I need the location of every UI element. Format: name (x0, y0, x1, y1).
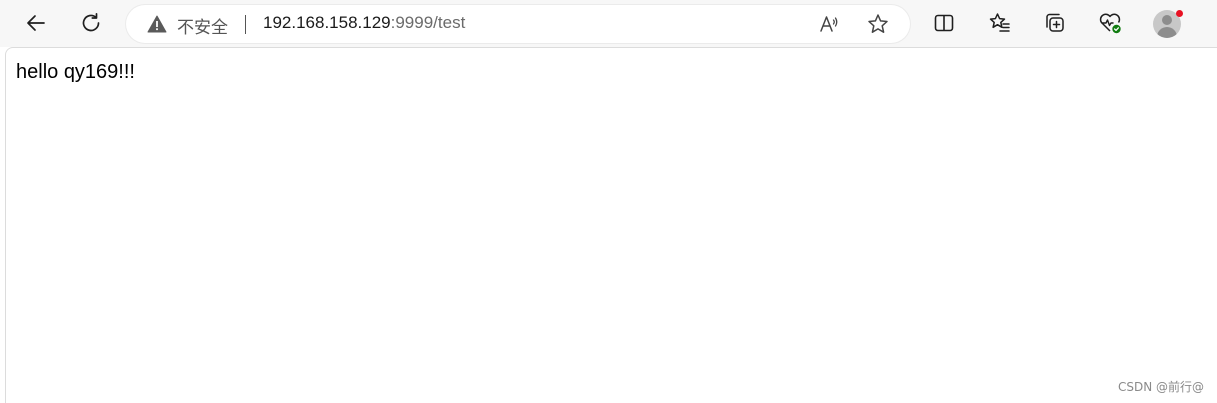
page-content-area (5, 47, 1217, 403)
back-button[interactable] (18, 5, 54, 41)
address-bar[interactable]: 不安全 192.168.158.129:9999/test (126, 5, 910, 43)
url-path: :9999/test (390, 13, 466, 32)
csdn-watermark: CSDN @前行@ (1117, 380, 1204, 394)
refresh-button[interactable] (73, 5, 109, 41)
browser-essentials-button[interactable] (1092, 5, 1128, 41)
refresh-icon (82, 12, 100, 32)
profile-notification-dot (1176, 10, 1183, 17)
url-host: 192.168.158.129 (263, 13, 391, 32)
favorite-button[interactable] (860, 6, 896, 42)
favorites-list-icon (989, 13, 1010, 32)
browser-essentials-icon (1099, 13, 1121, 34)
profile-avatar-icon (1162, 15, 1172, 25)
favorites-button[interactable] (982, 5, 1018, 41)
address-separator (245, 15, 246, 34)
browser-toolbar: 不安全 192.168.158.129:9999/test (0, 0, 1217, 47)
page-body-text: hello qy169!!! (16, 61, 135, 83)
split-screen-icon (934, 14, 954, 32)
split-screen-button[interactable] (926, 5, 962, 41)
url-text[interactable]: 192.168.158.129:9999/test (263, 13, 465, 33)
read-aloud-button[interactable] (811, 6, 847, 42)
back-arrow-icon (27, 15, 45, 31)
read-aloud-icon (820, 16, 838, 32)
site-info-button[interactable] (147, 15, 167, 38)
collections-icon (1046, 13, 1064, 32)
favorite-star-icon (868, 14, 888, 33)
security-status-label[interactable]: 不安全 (177, 13, 228, 38)
warning-icon (147, 15, 167, 33)
collections-button[interactable] (1037, 5, 1073, 41)
